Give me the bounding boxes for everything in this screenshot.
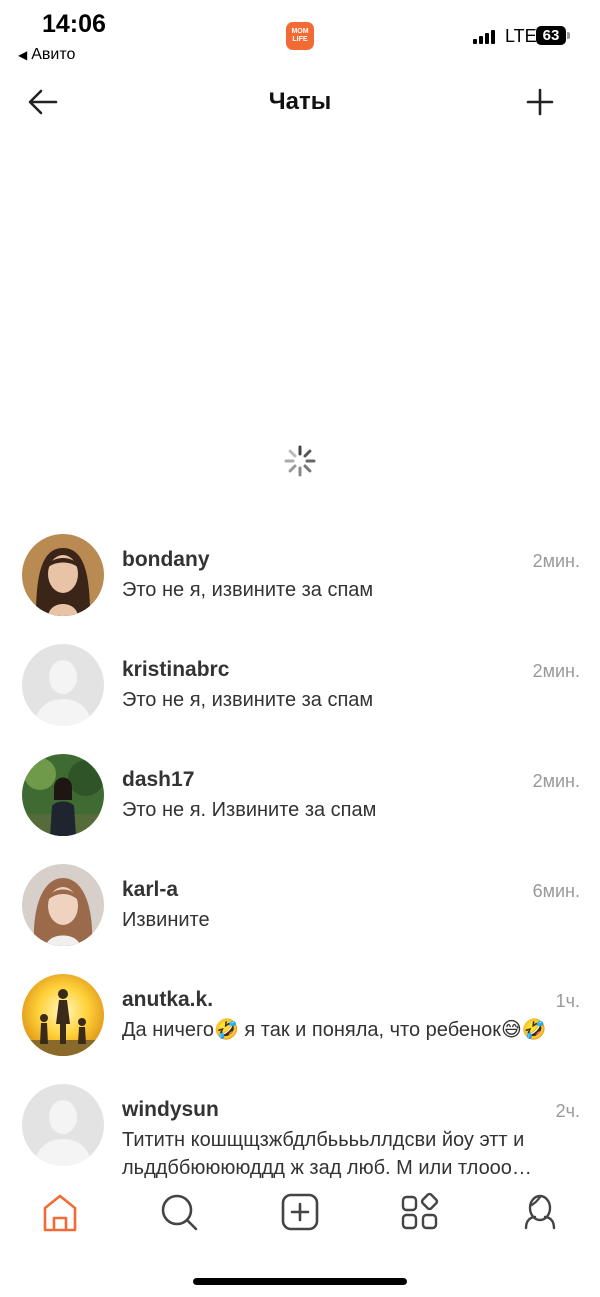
chat-time: 6мин. — [532, 881, 580, 901]
chat-item-anutka-k[interactable]: anutka.k. 1ч. Да ничего🤣 я так и поняла,… — [0, 970, 600, 1080]
chat-name: windysun — [122, 1098, 219, 1121]
chat-last-message: Это не я, извините за спам — [122, 689, 374, 711]
chat-name: kristinabrc — [122, 658, 230, 681]
chat-last-message: Извините — [122, 909, 210, 931]
chat-name: dash17 — [122, 768, 195, 791]
avatar — [22, 974, 104, 1056]
chat-item-bondany[interactable]: bondany 2мин. Это не я, извините за спам — [0, 530, 600, 630]
back-triangle-icon: ◀ — [18, 48, 28, 62]
network-label: LTE — [505, 26, 537, 46]
signal-icon — [473, 29, 495, 44]
chat-name: anutka.k. — [122, 988, 214, 1011]
nav-profile-button[interactable] — [518, 1190, 562, 1234]
nav-add-post-button[interactable] — [278, 1190, 322, 1234]
chat-name: karl-a — [122, 878, 179, 901]
avatar-placeholder-icon — [22, 1084, 104, 1166]
chat-time: 2мин. — [532, 551, 580, 571]
chat-time: 2ч. — [555, 1101, 580, 1121]
app-logo: MOM LIFE — [286, 22, 314, 50]
chat-item-windysun[interactable]: windysun 2ч. Тититн кошщщзжбдлбььььллдсв… — [0, 1080, 600, 1190]
chat-time: 1ч. — [555, 991, 580, 1011]
back-to-app-link[interactable]: ◀ Авито — [18, 46, 75, 64]
chat-item-kristinabrc[interactable]: kristinabrc 2мин. Это не я, извините за … — [0, 640, 600, 740]
chat-last-message: Да ничего🤣 я так и поняла, что ребенок😅🤣 — [122, 1019, 547, 1041]
search-icon — [161, 1194, 198, 1231]
chat-last-message: Тититн кошщщзжбдлбььььллдсви йоу этт и л… — [122, 1129, 532, 1179]
services-icon — [401, 1192, 439, 1230]
nav-home-button[interactable] — [38, 1190, 82, 1234]
avatar — [22, 754, 104, 836]
chat-name: bondany — [122, 548, 210, 571]
bottom-nav — [0, 1190, 600, 1240]
battery-icon: 63 — [536, 26, 570, 45]
home-indicator[interactable] — [193, 1278, 407, 1285]
avatar — [22, 534, 104, 616]
profile-icon — [524, 1194, 556, 1230]
chat-item-dash17[interactable]: dash17 2мин. Это не я. Извините за спам — [0, 750, 600, 850]
nav-services-button[interactable] — [398, 1190, 442, 1234]
add-post-icon — [281, 1193, 319, 1231]
chat-time: 2мин. — [532, 771, 580, 791]
status-time: 14:06 — [42, 10, 106, 38]
avatar — [22, 864, 104, 946]
back-app-label: Авито — [31, 46, 76, 63]
plus-icon — [526, 88, 554, 116]
chat-last-message: Это не я, извините за спам — [122, 579, 374, 601]
page-title: Чаты — [268, 88, 332, 115]
avatar-placeholder-icon — [22, 644, 104, 726]
loading-spinner-icon — [283, 444, 317, 478]
new-chat-button[interactable] — [522, 84, 558, 120]
chat-time: 2мин. — [532, 661, 580, 681]
home-icon — [43, 1194, 77, 1232]
nav-search-button[interactable] — [157, 1190, 201, 1234]
chat-last-message: Это не я. Извините за спам — [122, 799, 377, 821]
chat-item-karl-a[interactable]: karl-a 6мин. Извините — [0, 860, 600, 960]
